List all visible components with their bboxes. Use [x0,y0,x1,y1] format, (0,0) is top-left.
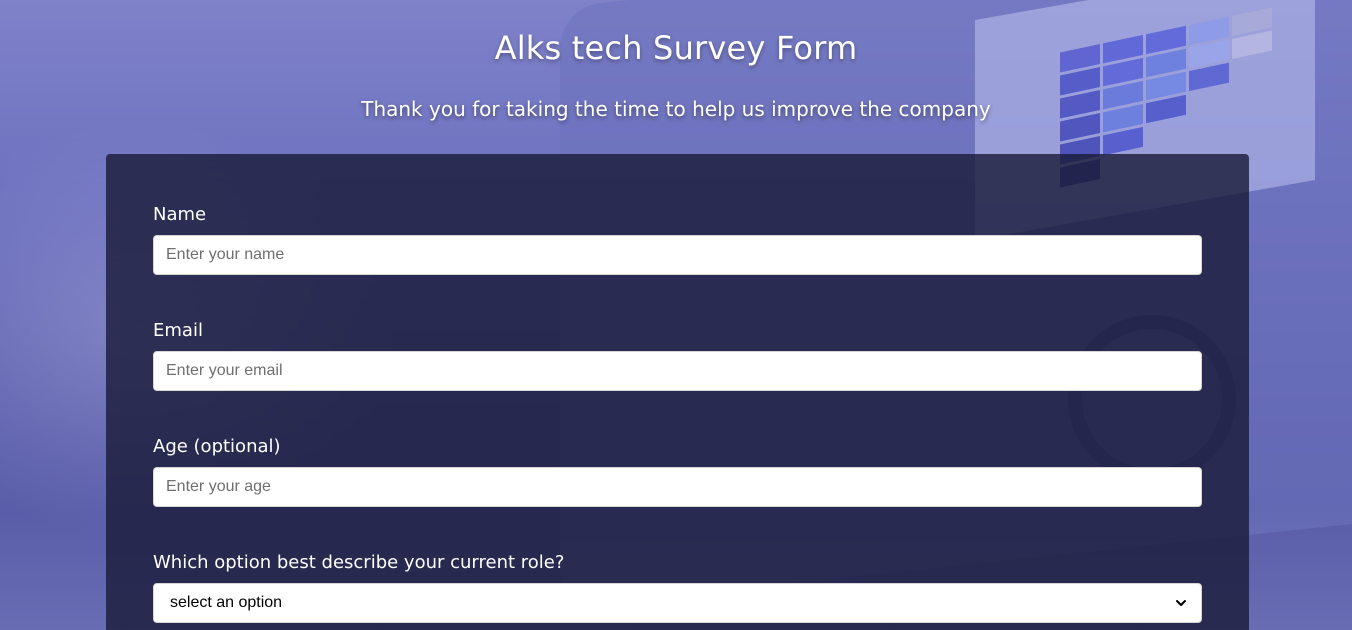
name-input[interactable] [153,235,1202,275]
name-label: Name [153,204,207,225]
survey-form: Name Email Age (optional) Which option b… [106,154,1249,630]
role-select[interactable]: select an option [153,583,1202,623]
role-field-group: Which option best describe your current … [153,552,1202,623]
chevron-down-icon [1175,597,1187,609]
page-subtitle: Thank you for taking the time to help us… [361,97,991,121]
role-label: Which option best describe your current … [153,552,565,573]
email-field-group: Email [153,320,1202,391]
role-select-value: select an option [170,594,283,611]
email-label: Email [153,320,203,341]
page-title: Alks tech Survey Form [494,29,858,67]
email-input[interactable] [153,351,1202,391]
age-label: Age (optional) [153,436,281,457]
name-field-group: Name [153,204,1202,275]
age-input[interactable] [153,467,1202,507]
age-field-group: Age (optional) [153,436,1202,507]
page-header: Alks tech Survey Form Thank you for taki… [0,0,1352,121]
